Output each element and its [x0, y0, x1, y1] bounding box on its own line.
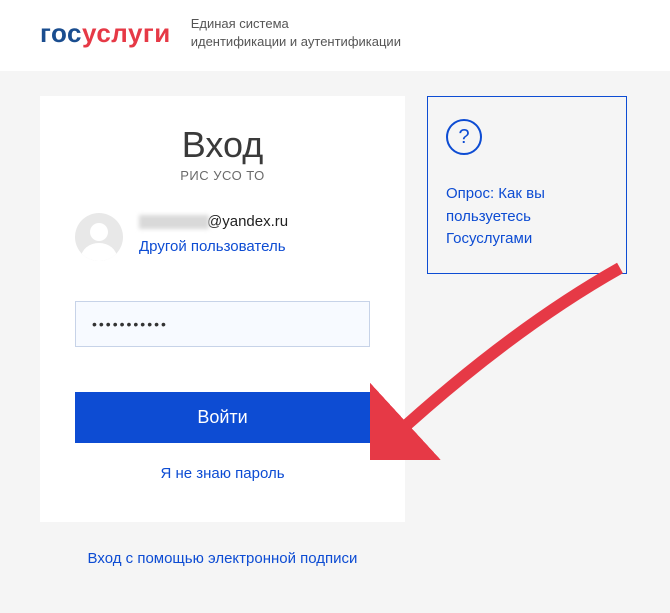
tagline-line1: Единая система — [191, 15, 401, 33]
forgot-password-link[interactable]: Я не знаю пароль — [75, 465, 370, 482]
avatar-icon — [75, 213, 123, 261]
logo-uslugi: услуги — [82, 18, 171, 48]
tagline-line2: идентификации и аутентификации — [191, 33, 401, 51]
question-icon: ? — [446, 119, 482, 155]
question-icon-char: ? — [458, 126, 469, 149]
survey-text[interactable]: Опрос: Как вы пользуетесь Госуслугами — [446, 183, 608, 251]
content: Вход РИС УСО ТО @yandex.ru Другой пользо… — [0, 71, 670, 522]
login-card: Вход РИС УСО ТО @yandex.ru Другой пользо… — [40, 96, 405, 522]
user-email: @yandex.ru — [139, 213, 370, 230]
header: госуслуги Единая система идентификации и… — [0, 0, 670, 71]
tagline: Единая система идентификации и аутентифи… — [191, 15, 401, 51]
login-button[interactable]: Войти — [75, 392, 370, 443]
alt-login-wrap: Вход с помощью электронной подписи — [0, 550, 670, 567]
login-title: Вход — [75, 124, 370, 166]
password-input[interactable] — [75, 301, 370, 347]
user-email-blurred — [139, 215, 209, 229]
alt-login-link[interactable]: Вход с помощью электронной подписи — [40, 550, 405, 567]
logo: госуслуги — [40, 18, 171, 49]
login-subtitle: РИС УСО ТО — [75, 168, 370, 183]
user-row: @yandex.ru Другой пользователь — [75, 213, 370, 261]
survey-card[interactable]: ? Опрос: Как вы пользуетесь Госуслугами — [427, 96, 627, 274]
other-user-link[interactable]: Другой пользователь — [139, 238, 370, 255]
user-info: @yandex.ru Другой пользователь — [139, 213, 370, 255]
user-email-domain: @yandex.ru — [207, 213, 288, 230]
logo-gos: гос — [40, 18, 82, 48]
